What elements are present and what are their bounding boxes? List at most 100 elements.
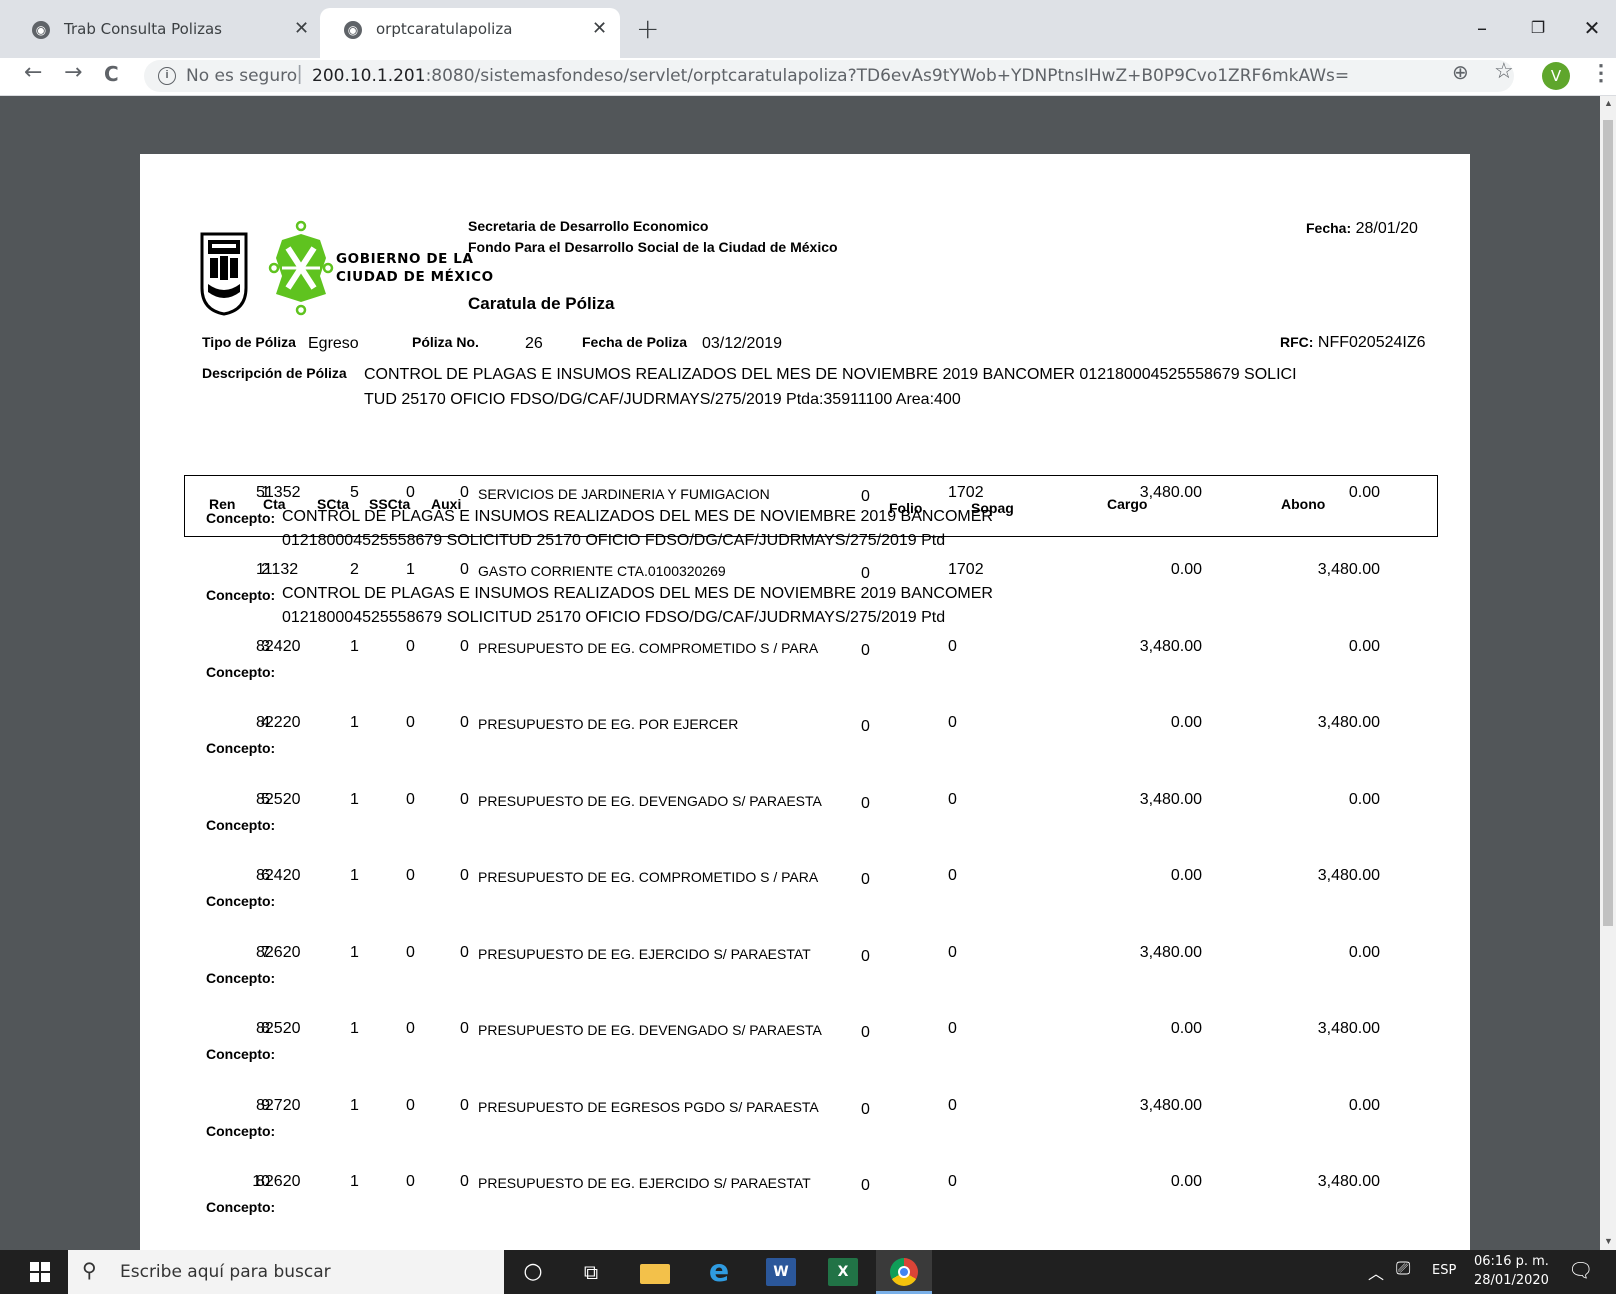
entry-scta: 1 — [350, 944, 359, 961]
entry-abono: 3,480.00 — [1317, 867, 1380, 884]
entry-ren: 9 — [261, 1097, 270, 1114]
entry-ren: 6 — [261, 867, 270, 884]
excel-app-icon[interactable]: X — [828, 1258, 858, 1286]
address-bar[interactable]: i No es seguro | 200.10.1.201:8080/siste… — [144, 60, 1514, 92]
tray-chevron-up-icon[interactable]: ︿ — [1368, 1260, 1384, 1284]
tipo-value: Egreso — [308, 335, 359, 352]
entry-sopag: 0 — [948, 714, 957, 731]
url-text[interactable]: 200.10.1.201:8080/sistemasfondeso/servle… — [312, 66, 1349, 86]
entry-abono: 0.00 — [1348, 944, 1380, 961]
restore-window-icon[interactable]: ❐ — [1514, 8, 1562, 48]
taskbar-search-box[interactable]: ⚲ Escribe aquí para buscar — [68, 1250, 504, 1294]
concepto-label: Concepto: — [206, 970, 276, 986]
task-view-icon[interactable]: ⧉ — [576, 1258, 606, 1286]
clock-date: 28/01/2020 — [1474, 1273, 1549, 1288]
close-window-icon[interactable]: ✕ — [1568, 8, 1616, 48]
entry-cargo: 0.00 — [1170, 561, 1202, 578]
entry-cargo: 3,480.00 — [1139, 944, 1202, 961]
entry-sscta: 0 — [406, 638, 415, 655]
pdf-viewport: GOBIERNO DE LA CIUDAD DE MÉXICO Secretar… — [8, 96, 1600, 1250]
entry-folio: 0 — [861, 795, 870, 812]
scrollbar-thumb[interactable] — [1603, 120, 1613, 926]
zoom-icon[interactable]: ⊕ — [1452, 60, 1469, 85]
concepto-label: Concepto: — [206, 1199, 276, 1215]
cdmx-logo-mark — [268, 220, 334, 316]
entry-cargo: 3,480.00 — [1139, 791, 1202, 808]
entry-cta: 82420 — [256, 638, 301, 655]
entry-ren: 1 — [261, 484, 270, 501]
entry-abono: 3,480.00 — [1317, 1173, 1380, 1190]
entry-cta: 82620 — [256, 1173, 301, 1190]
coat-of-arms-logo — [200, 232, 248, 316]
profile-avatar[interactable]: V — [1542, 62, 1570, 90]
entry-sopag: 0 — [948, 944, 957, 961]
fecha-label: Fecha: — [1306, 220, 1352, 236]
entry-auxi: 0 — [460, 1173, 469, 1190]
entry-cargo: 0.00 — [1170, 867, 1202, 884]
entry-cta: 51352 — [256, 484, 301, 501]
entry-sopag: 1702 — [948, 484, 984, 501]
entry-desc: PRESUPUESTO DE EG. DEVENGADO S/ PARAESTA — [478, 1022, 822, 1038]
network-icon[interactable]: ⎚ — [1396, 1258, 1410, 1279]
minimize-window-icon[interactable]: – — [1458, 8, 1506, 48]
url-path: :8080/sistemasfondeso/servlet/orptcaratu… — [425, 66, 1350, 86]
tipo-label: Tipo de Póliza — [202, 334, 296, 350]
concepto-line-1: CONTROL DE PLAGAS E INSUMOS REALIZADOS D… — [282, 508, 993, 525]
entry-scta: 1 — [350, 1097, 359, 1114]
close-tab-icon[interactable]: ✕ — [294, 18, 309, 39]
concepto-line-2: 012180004525558679 SOLICITUD 25170 OFICI… — [282, 532, 946, 549]
vertical-scrollbar[interactable]: ▲ ▼ — [1600, 96, 1616, 1250]
entry-auxi: 0 — [460, 714, 469, 731]
entry-desc: PRESUPUESTO DE EG. COMPROMETIDO S / PARA — [478, 640, 819, 656]
word-app-icon[interactable]: W — [766, 1258, 796, 1286]
entry-auxi: 0 — [460, 791, 469, 808]
search-placeholder: Escribe aquí para buscar — [120, 1262, 331, 1282]
file-explorer-icon[interactable] — [640, 1264, 670, 1284]
reload-icon[interactable]: C — [104, 62, 119, 86]
concepto-line-1: CONTROL DE PLAGAS E INSUMOS REALIZADOS D… — [282, 585, 993, 602]
entry-sscta: 0 — [406, 1020, 415, 1037]
entry-sopag: 0 — [948, 638, 957, 655]
entry-ren: 3 — [261, 638, 270, 655]
security-status[interactable]: No es seguro — [186, 66, 297, 86]
entry-abono: 3,480.00 — [1317, 1020, 1380, 1037]
entry-sopag: 0 — [948, 1173, 957, 1190]
entry-cargo: 3,480.00 — [1139, 484, 1202, 501]
system-clock[interactable]: 06:16 p. m. 28/01/2020 — [1474, 1252, 1549, 1290]
chrome-app-icon[interactable] — [876, 1250, 932, 1294]
language-indicator[interactable]: ESP — [1432, 1263, 1456, 1278]
scroll-up-arrow-icon[interactable]: ▲ — [1604, 98, 1613, 108]
entry-abono: 0.00 — [1348, 638, 1380, 655]
entry-cta: 82720 — [256, 1097, 301, 1114]
tab-title: orptcaratulapoliza — [376, 20, 513, 38]
fecha-poliza-label: Fecha de Poliza — [582, 334, 688, 350]
entry-desc: SERVICIOS DE JARDINERIA Y FUMIGACION — [478, 486, 770, 502]
entry-abono: 3,480.00 — [1317, 561, 1380, 578]
bookmark-star-icon[interactable]: ☆ — [1494, 58, 1514, 84]
entry-sscta: 0 — [406, 944, 415, 961]
cortana-icon[interactable]: ○ — [518, 1258, 548, 1286]
info-icon[interactable]: i — [158, 67, 176, 85]
rfc-field: RFC: NFF020524IZ6 — [1280, 334, 1426, 352]
scroll-down-arrow-icon[interactable]: ▼ — [1604, 1236, 1613, 1246]
edge-browser-icon[interactable]: e — [704, 1257, 734, 1287]
concepto-label: Concepto: — [206, 664, 276, 680]
notification-center-icon[interactable]: 🗨 — [1568, 1258, 1593, 1283]
tab-orptcaratulapoliza[interactable]: ◉ orptcaratulapoliza ✕ — [320, 8, 620, 58]
entry-row: 7 82620 1 0 0 PRESUPUESTO DE EG. EJERCIDO S/ … — [140, 944, 1470, 1024]
windows-start-icon[interactable] — [30, 1262, 50, 1282]
tab-trab-consulta-polizas[interactable]: ◉ Trab Consulta Polizas ✕ — [8, 8, 318, 58]
forward-arrow-icon[interactable]: → — [64, 60, 82, 85]
org-line-2: Fondo Para el Desarrollo Social de la Ci… — [468, 239, 838, 255]
entry-cargo: 3,480.00 — [1139, 1097, 1202, 1114]
back-arrow-icon[interactable]: ← — [24, 60, 42, 85]
entry-desc: PRESUPUESTO DE EG. DEVENGADO S/ PARAESTA — [478, 793, 822, 809]
logo-text-line2: CIUDAD DE MÉXICO — [336, 269, 494, 285]
entry-auxi: 0 — [460, 867, 469, 884]
new-tab-button[interactable]: + — [636, 12, 659, 45]
entry-sscta: 0 — [406, 791, 415, 808]
entry-cta: 11132 — [256, 561, 299, 578]
entry-cargo: 0.00 — [1170, 1173, 1202, 1190]
close-tab-icon[interactable]: ✕ — [592, 18, 607, 39]
browser-menu-icon[interactable]: ⋮ — [1590, 60, 1612, 86]
